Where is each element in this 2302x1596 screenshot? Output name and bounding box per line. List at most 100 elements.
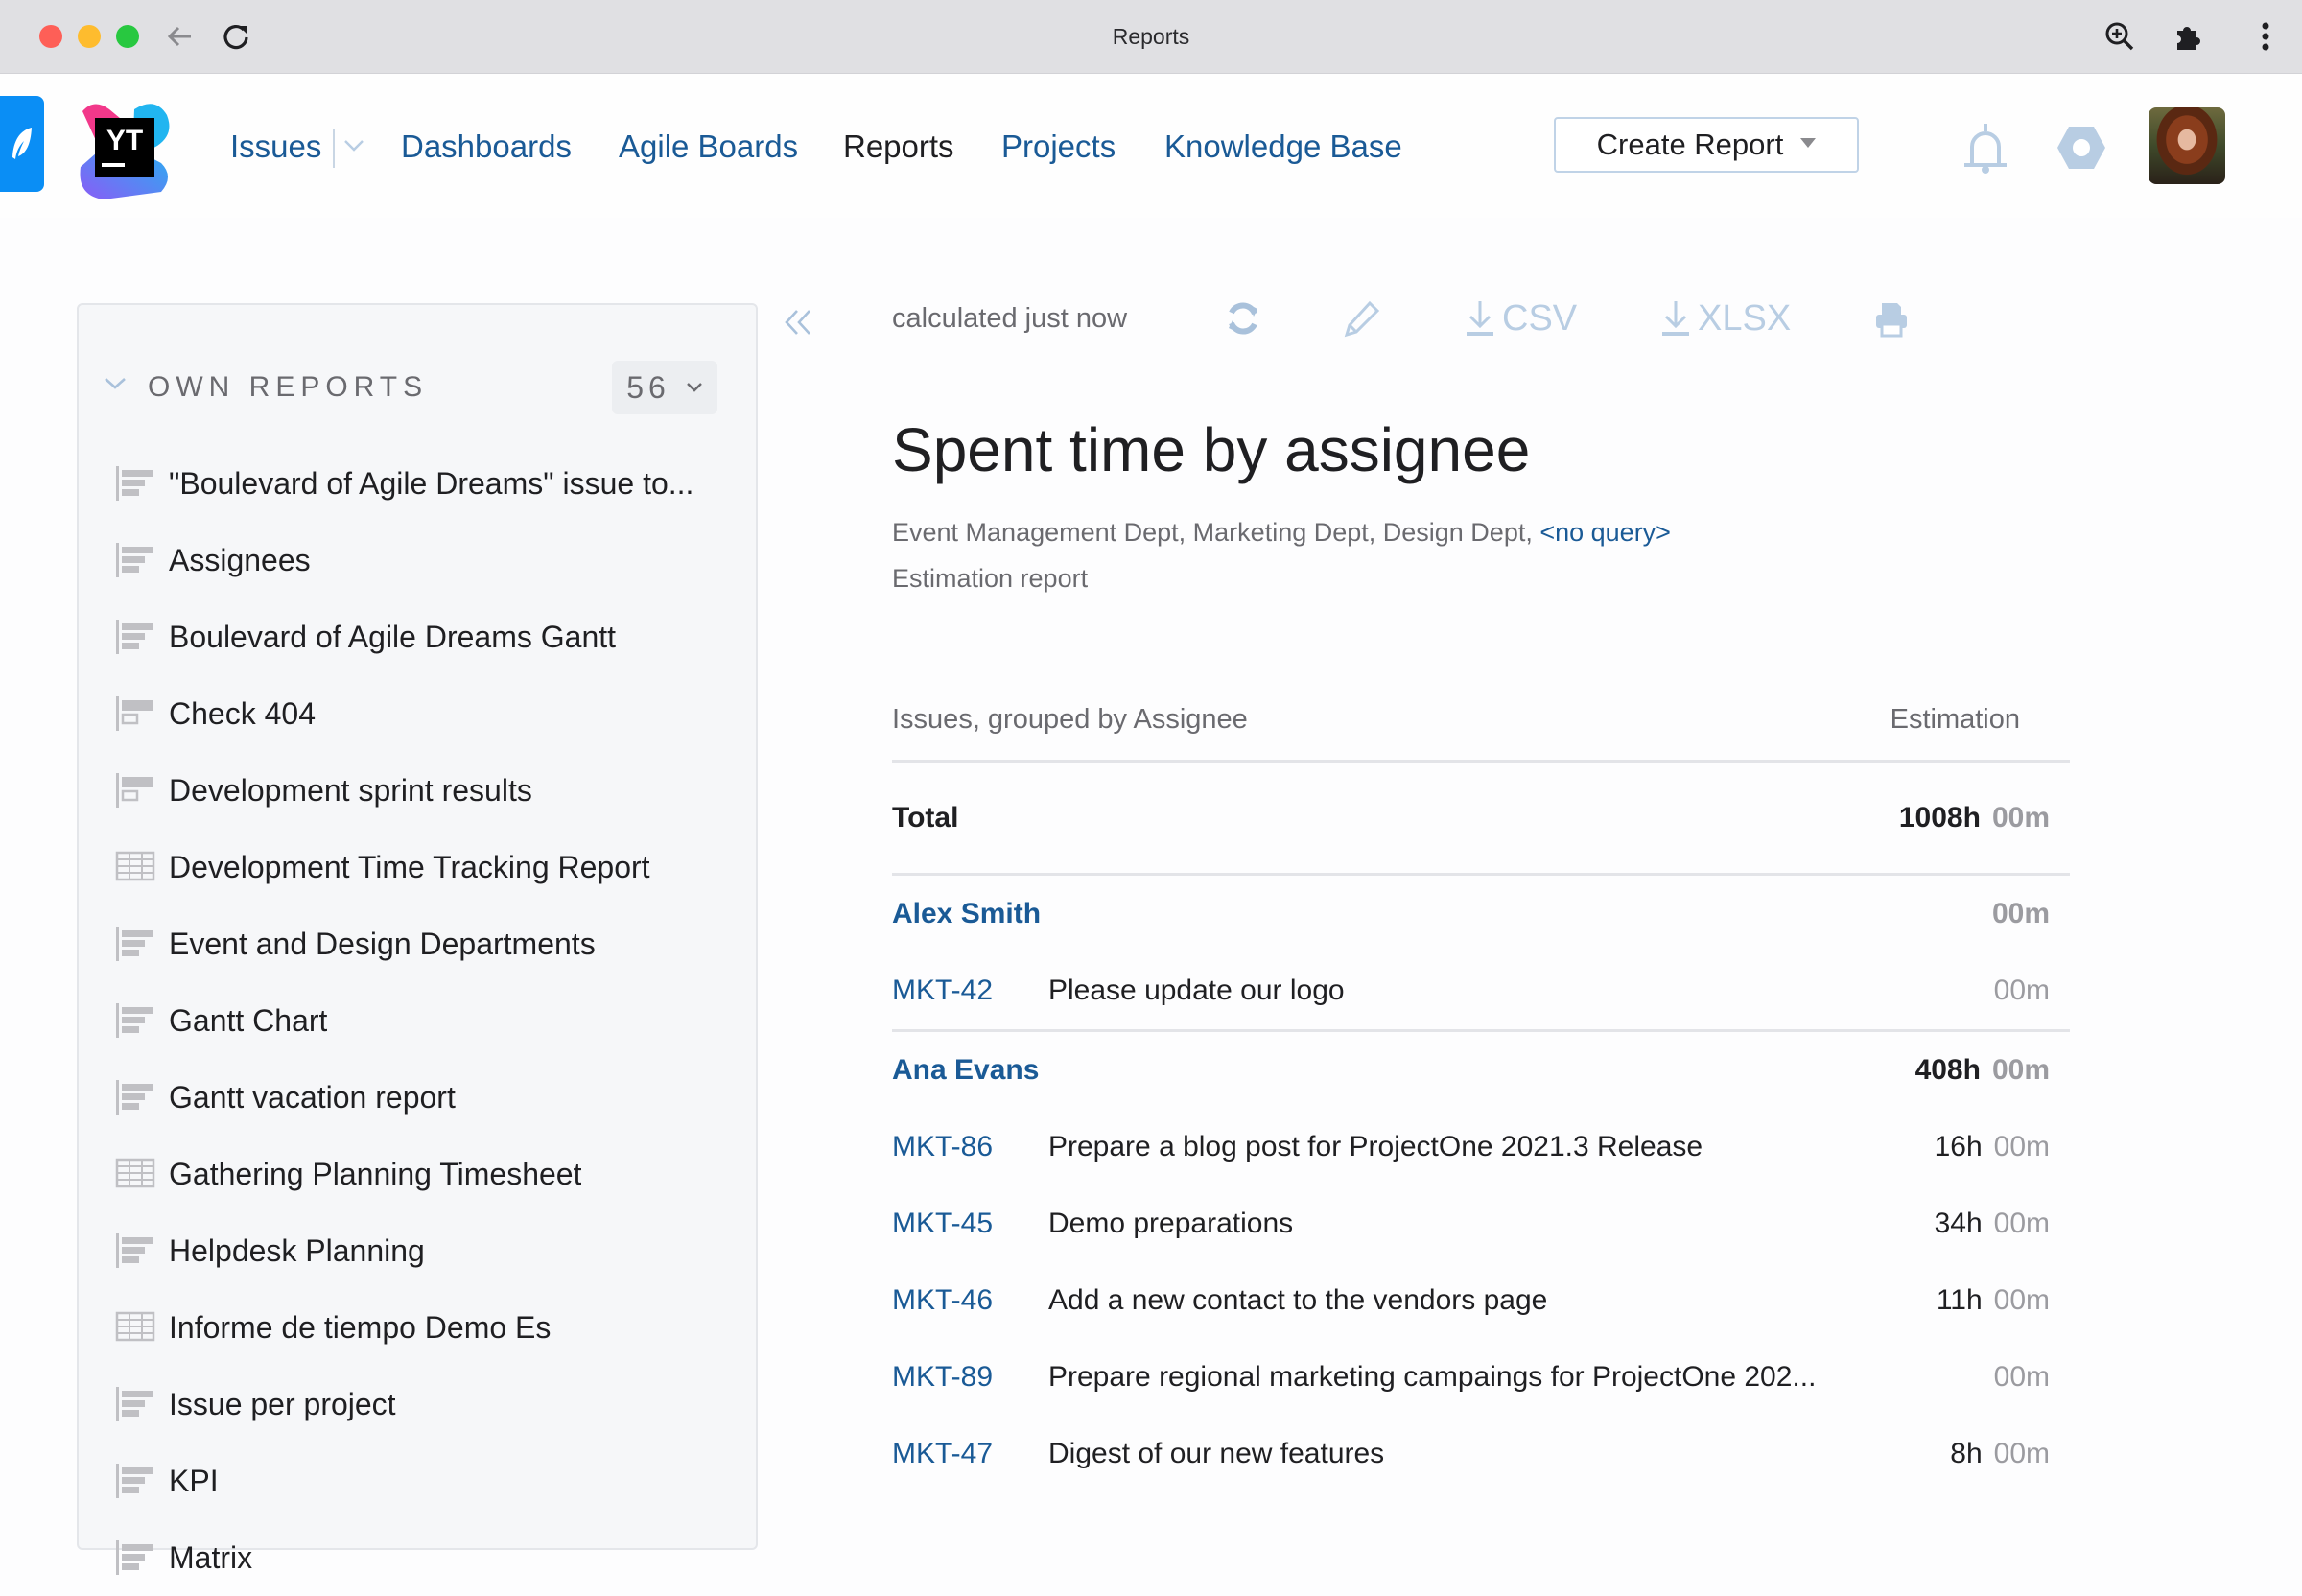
- own-reports-header[interactable]: OWN REPORTS 56: [104, 361, 717, 414]
- reports-list: "Boulevard of Agile Dreams" issue to... A…: [115, 445, 729, 1596]
- table-report-icon: [115, 1155, 155, 1193]
- report-item-label: Gantt Chart: [169, 1002, 328, 1038]
- bar-chart-report-icon: [115, 1078, 155, 1116]
- report-item-label: Informe de tiempo Demo Es: [169, 1309, 552, 1345]
- sidebar-report-item[interactable]: Assignees: [115, 522, 729, 598]
- table-report-icon: [115, 848, 155, 886]
- issue-row: MKT-47 Digest of our new features 8h 00m: [892, 1416, 2070, 1492]
- collapse-section-chevron-icon[interactable]: [104, 376, 127, 396]
- report-item-label: "Boulevard of Agile Dreams" issue to...: [169, 465, 694, 501]
- youtrack-logo[interactable]: YT: [75, 100, 175, 200]
- issue-estimation: 00m: [1993, 974, 2050, 1006]
- issue-summary: Demo preparations: [1048, 1208, 1294, 1239]
- close-window-button[interactable]: [39, 25, 62, 48]
- feather-panel-toggle[interactable]: [0, 96, 44, 192]
- issue-estimation: 00m: [1993, 1361, 2050, 1393]
- issue-id-link[interactable]: MKT-86: [892, 1131, 993, 1163]
- issue-id-link[interactable]: MKT-46: [892, 1284, 993, 1317]
- reload-icon[interactable]: [219, 19, 253, 54]
- maximize-window-button[interactable]: [116, 25, 139, 48]
- issue-summary: Add a new contact to the vendors page: [1048, 1284, 1548, 1316]
- sidebar-report-item[interactable]: Informe de tiempo Demo Es: [115, 1289, 729, 1366]
- minimize-window-button[interactable]: [78, 25, 101, 48]
- window-title: Reports: [1112, 24, 1190, 49]
- assignee-estimation: 00m: [1991, 898, 2050, 929]
- nav-dashboards[interactable]: Dashboards: [401, 122, 572, 172]
- assignee-link[interactable]: Alex Smith: [892, 898, 1041, 930]
- issue-estimation: 8h 00m: [1950, 1438, 2050, 1469]
- total-value: 1008h 00m: [1898, 801, 2050, 833]
- sidebar-report-item[interactable]: Matrix: [115, 1519, 729, 1596]
- issue-id-link[interactable]: MKT-42: [892, 974, 993, 1007]
- sidebar-report-item[interactable]: Helpdesk Planning: [115, 1212, 729, 1289]
- sidebar-report-item[interactable]: Issue per project: [115, 1366, 729, 1443]
- issue-summary: Prepare a blog post for ProjectOne 2021.…: [1048, 1131, 1703, 1162]
- reports-count-dropdown[interactable]: 56: [612, 361, 717, 414]
- no-query-link[interactable]: <no query>: [1539, 518, 1671, 547]
- report-item-label: Development Time Tracking Report: [169, 849, 650, 884]
- report-projects: Event Management Dept, Marketing Dept, D…: [892, 518, 1671, 548]
- sidebar-report-item[interactable]: Boulevard of Agile Dreams Gantt: [115, 598, 729, 675]
- create-report-button[interactable]: Create Report: [1554, 117, 1859, 173]
- export-csv-button[interactable]: CSV: [1464, 292, 1577, 345]
- sidebar-report-item[interactable]: "Boulevard of Agile Dreams" issue to...: [115, 445, 729, 522]
- assignee-estimation: 408h 00m: [1914, 1054, 2050, 1086]
- download-icon: [1662, 301, 1689, 336]
- download-icon: [1467, 301, 1493, 336]
- issue-id-link[interactable]: MKT-47: [892, 1438, 993, 1470]
- report-item-label: Boulevard of Agile Dreams Gantt: [169, 619, 617, 654]
- sidebar-report-item[interactable]: Event and Design Departments: [115, 905, 729, 982]
- gantt-report-icon: [115, 771, 155, 810]
- notifications-bell-icon[interactable]: [1959, 121, 2012, 175]
- extensions-puzzle-icon[interactable]: [2172, 19, 2206, 54]
- report-item-label: Gantt vacation report: [169, 1079, 456, 1115]
- user-avatar[interactable]: [2149, 107, 2225, 184]
- edit-report-button[interactable]: [1343, 292, 1381, 345]
- sidebar-report-item[interactable]: Gathering Planning Timesheet: [115, 1136, 729, 1212]
- sidebar-report-item[interactable]: Development Time Tracking Report: [115, 829, 729, 905]
- reports-count: 56: [626, 369, 670, 405]
- sidebar-report-item[interactable]: Gantt vacation report: [115, 1059, 729, 1136]
- calculated-status: calculated just now: [892, 303, 1128, 334]
- sidebar-report-item[interactable]: Check 404: [115, 675, 729, 752]
- zoom-icon[interactable]: [2102, 19, 2137, 54]
- report-item-label: Helpdesk Planning: [169, 1232, 425, 1268]
- bar-chart-report-icon: [115, 925, 155, 963]
- more-vertical-icon[interactable]: [2248, 19, 2283, 54]
- nav-divider: [333, 129, 335, 168]
- feather-icon: [12, 128, 32, 159]
- refresh-icon: [1229, 302, 1257, 335]
- back-arrow-icon[interactable]: [163, 19, 198, 54]
- issue-id-link[interactable]: MKT-89: [892, 1361, 993, 1394]
- sidebar-report-item[interactable]: KPI: [115, 1443, 729, 1519]
- bar-chart-report-icon: [115, 464, 155, 503]
- print-button[interactable]: [1872, 292, 1911, 345]
- csv-label: CSV: [1502, 297, 1578, 339]
- issue-summary: Please update our logo: [1048, 974, 1345, 1006]
- own-reports-title: OWN REPORTS: [148, 371, 429, 403]
- assignee-link[interactable]: Ana Evans: [892, 1054, 1039, 1087]
- collapse-sidebar-button[interactable]: [779, 305, 817, 340]
- nav-agile-boards[interactable]: Agile Boards: [619, 122, 798, 172]
- column-header-group: Issues, grouped by Assignee: [892, 704, 1248, 735]
- export-xlsx-button[interactable]: XLSX: [1659, 292, 1791, 345]
- issue-id-link[interactable]: MKT-45: [892, 1208, 993, 1240]
- sidebar-report-item[interactable]: Gantt Chart: [115, 982, 729, 1059]
- table-report-icon: [115, 1308, 155, 1347]
- nav-knowledge-base[interactable]: Knowledge Base: [1164, 122, 1402, 172]
- settings-hex-icon[interactable]: [2055, 121, 2108, 175]
- issues-dropdown-chevron-icon[interactable]: [343, 139, 364, 157]
- report-item-label: Gathering Planning Timesheet: [169, 1156, 582, 1191]
- sidebar-report-item[interactable]: Development sprint results: [115, 752, 729, 829]
- nav-reports[interactable]: Reports: [843, 122, 954, 172]
- reports-sidebar: OWN REPORTS 56 "Boulevard of Agile Dream…: [77, 303, 758, 1575]
- report-title: Spent time by assignee: [892, 415, 1531, 484]
- nav-issues[interactable]: Issues: [230, 122, 321, 172]
- issue-estimation: 16h 00m: [1934, 1131, 2050, 1162]
- issue-row: MKT-45 Demo preparations 34h 00m: [892, 1185, 2070, 1262]
- report-item-label: Event and Design Departments: [169, 926, 596, 961]
- column-header-estimation: Estimation: [1890, 704, 2020, 735]
- report-item-label: Development sprint results: [169, 772, 532, 808]
- nav-projects[interactable]: Projects: [1001, 122, 1116, 172]
- recalculate-button[interactable]: [1224, 292, 1262, 345]
